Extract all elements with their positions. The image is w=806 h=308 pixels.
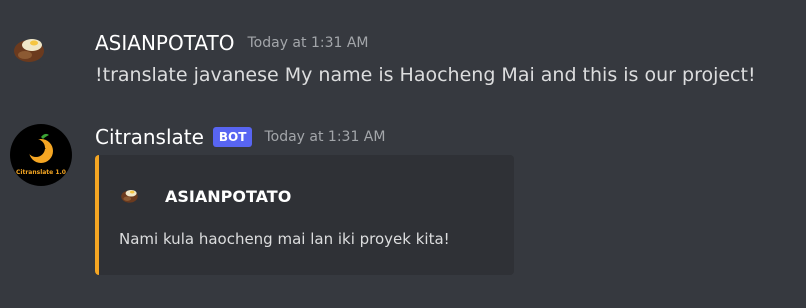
embed-description: Nami kula haocheng mai lan iki proyek ki… <box>119 230 450 248</box>
bot-tag: BOT <box>212 127 253 147</box>
message-content: !translate javanese My name is Haocheng … <box>95 64 756 86</box>
message-embed: ASIANPOTATO Nami kula haocheng mai lan i… <box>95 155 514 275</box>
username[interactable]: ASIANPOTATO <box>95 30 234 56</box>
orange-moon-logo-icon <box>27 133 53 163</box>
user-avatar[interactable] <box>10 30 50 70</box>
embed-author: ASIANPOTATO <box>119 185 291 207</box>
embed-author-name: ASIANPOTATO <box>165 186 292 206</box>
avatar-caption: Citranslate 1.0 <box>16 169 66 176</box>
message-header: Citranslate BOT Today at 1:31 AM <box>95 124 385 150</box>
potato-avatar-icon <box>14 39 44 62</box>
message-header: ASIANPOTATO Today at 1:31 AM <box>95 30 369 56</box>
timestamp[interactable]: Today at 1:31 AM <box>264 124 385 150</box>
potato-avatar-icon <box>121 189 138 203</box>
bot-avatar[interactable]: Citranslate 1.0 <box>10 124 72 186</box>
timestamp[interactable]: Today at 1:31 AM <box>247 30 368 56</box>
username[interactable]: Citranslate <box>95 124 204 150</box>
